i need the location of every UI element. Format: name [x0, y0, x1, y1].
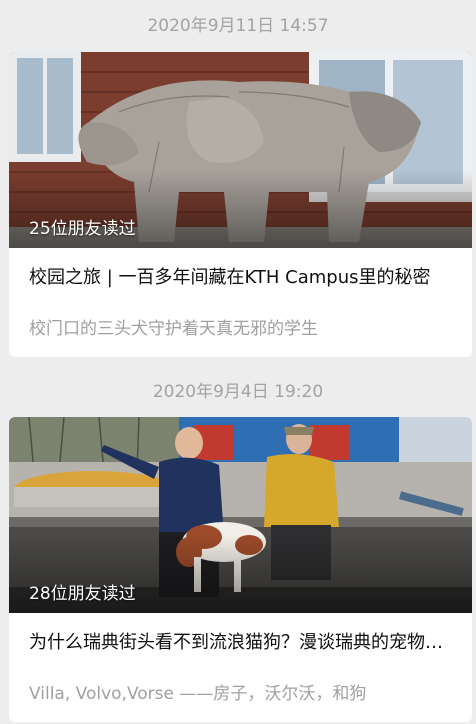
article-timestamp: 2020年9月4日 19:20: [152, 382, 324, 402]
article-summary: 校门口的三头犬守护着天真无邪的学生: [29, 319, 318, 339]
readers-count: 28位朋友读过: [29, 584, 136, 604]
article-cover-image[interactable]: 28位朋友读过: [9, 417, 472, 613]
article-card[interactable]: 25位朋友读过 校园之旅 | 一百多年间藏在KTH Campus里的秘密 校门口…: [9, 52, 472, 357]
readers-count: 25位朋友读过: [29, 219, 136, 239]
article-card[interactable]: 28位朋友读过 为什么瑞典街头看不到流浪猫狗？漫谈瑞典的宠物文化 Villa, …: [9, 417, 472, 722]
article-title[interactable]: 为什么瑞典街头看不到流浪猫狗？漫谈瑞典的宠物文化: [9, 630, 472, 656]
article-title[interactable]: 校园之旅 | 一百多年间藏在KTH Campus里的秘密: [9, 265, 472, 291]
article-feed: 2020年9月11日 14:57 25位朋友读过 校园之旅 | 一百多年间藏在K…: [0, 0, 476, 722]
article-summary: Villa, Volvo,Vorse ——房子，沃尔沃，和狗: [29, 684, 367, 704]
article-cover-image[interactable]: 25位朋友读过: [9, 52, 472, 248]
article-timestamp: 2020年9月11日 14:57: [147, 16, 329, 36]
